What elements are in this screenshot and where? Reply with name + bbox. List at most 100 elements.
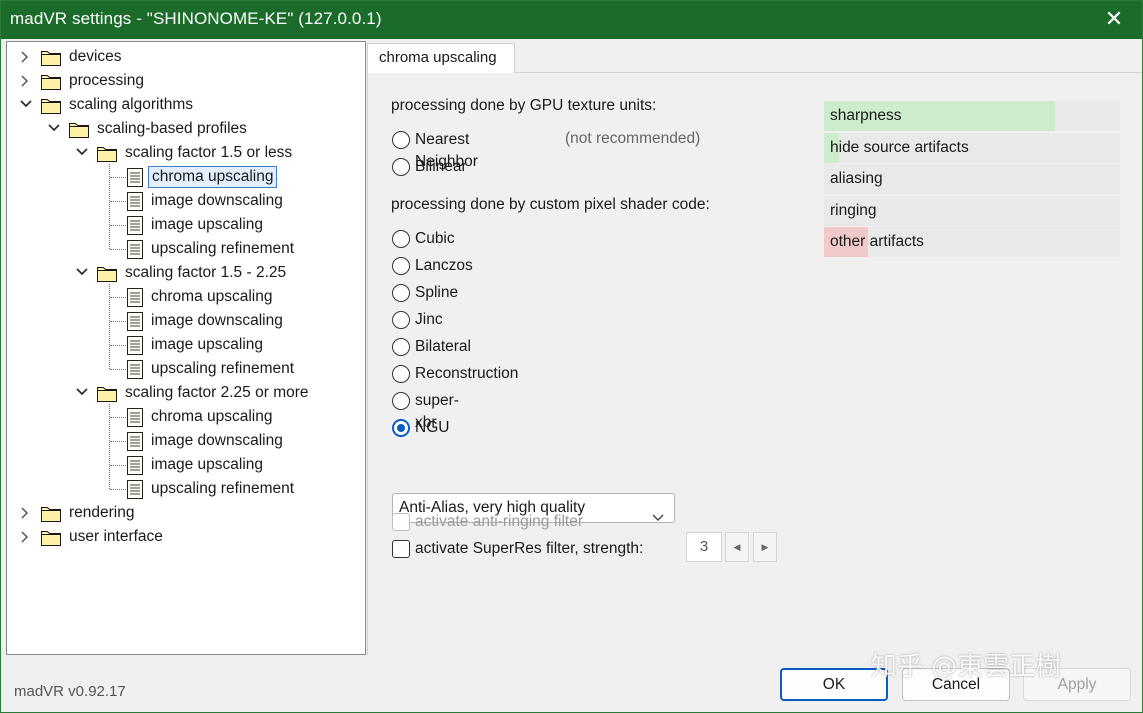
shader-section-heading: processing done by custom pixel shader c… bbox=[391, 196, 710, 213]
chevron-down-icon[interactable] bbox=[47, 118, 61, 140]
tree-item-processing[interactable]: processing bbox=[7, 70, 363, 92]
tree-item-scaling-profiles[interactable]: scaling-based profiles bbox=[7, 118, 363, 140]
document-icon bbox=[127, 216, 143, 235]
chevron-down-icon[interactable] bbox=[75, 262, 89, 284]
tree-node-label: scaling factor 1.5 - 2.25 bbox=[125, 264, 287, 281]
tree-node-label: scaling factor 2.25 or more bbox=[125, 384, 309, 401]
tree-node-label: user interface bbox=[69, 528, 163, 545]
chevron-right-icon[interactable]: ▶ bbox=[753, 532, 777, 562]
radio-label: Lanczos bbox=[415, 257, 473, 274]
madvr-settings-window: madVR settings - "SHINONOME-KE" (127.0.0… bbox=[0, 0, 1143, 713]
radio-circle bbox=[392, 365, 410, 383]
tree-connector-line bbox=[109, 164, 110, 249]
watermark: 知乎 @東雲正樹 bbox=[871, 652, 1062, 682]
tree-item-image-upscaling[interactable]: image upscaling bbox=[7, 214, 363, 236]
radio-circle bbox=[392, 230, 410, 248]
document-icon bbox=[127, 456, 143, 475]
tree-node-label: scaling algorithms bbox=[69, 96, 194, 113]
chevron-right-icon[interactable] bbox=[19, 502, 33, 524]
folder-icon bbox=[69, 121, 89, 138]
tree-item-chroma-upscaling[interactable]: chroma upscaling bbox=[7, 166, 363, 188]
superres-strength-input[interactable]: 3 bbox=[686, 532, 722, 562]
tree-node-label: image downscaling bbox=[151, 312, 283, 329]
radio-label: Spline bbox=[415, 284, 459, 301]
document-icon bbox=[127, 432, 143, 451]
document-icon bbox=[127, 336, 143, 355]
tree-item-scaling-factor-group[interactable]: scaling factor 2.25 or more bbox=[7, 382, 363, 404]
radio-circle bbox=[392, 392, 410, 410]
tree-connector-line bbox=[109, 404, 110, 489]
tree-item-scaling-factor-group[interactable]: scaling factor 1.5 or less bbox=[7, 142, 363, 164]
tree-node-label: scaling-based profiles bbox=[97, 120, 247, 137]
chevron-right-icon[interactable] bbox=[19, 70, 33, 92]
radio-circle bbox=[392, 257, 410, 275]
tree-item-image-downscaling[interactable]: image downscaling bbox=[7, 310, 363, 332]
tree-item-image-upscaling[interactable]: image upscaling bbox=[7, 454, 363, 476]
tree-connector-line bbox=[110, 441, 126, 442]
chevron-down-icon[interactable] bbox=[75, 142, 89, 164]
tree-node-label: upscaling refinement bbox=[151, 360, 295, 377]
tree-node-label: image downscaling bbox=[151, 192, 283, 209]
tree-node-label: scaling factor 1.5 or less bbox=[125, 144, 293, 161]
chevron-down-icon[interactable] bbox=[75, 382, 89, 404]
tree-node-label: chroma upscaling bbox=[151, 408, 273, 425]
tree-node-label: upscaling refinement bbox=[151, 480, 295, 497]
tree-node-label: image downscaling bbox=[151, 432, 283, 449]
chevron-down-icon[interactable] bbox=[19, 94, 33, 116]
tree-item-image-downscaling[interactable]: image downscaling bbox=[7, 190, 363, 212]
tree-item-upscaling-refinement[interactable]: upscaling refinement bbox=[7, 478, 363, 500]
tab-chroma-upscaling[interactable]: chroma upscaling bbox=[367, 43, 515, 73]
chevron-right-icon[interactable] bbox=[19, 526, 33, 548]
tree-node-label: image upscaling bbox=[151, 456, 264, 473]
tree-connector-line bbox=[110, 177, 126, 178]
gpu-section-heading: processing done by GPU texture units: bbox=[391, 97, 657, 114]
tree-item-devices[interactable]: devices bbox=[7, 46, 363, 68]
tree-item-rendering[interactable]: rendering bbox=[7, 502, 363, 524]
superres-label: activate SuperRes filter, strength: bbox=[415, 540, 644, 557]
folder-icon bbox=[41, 529, 61, 546]
quality-bar-hide-source-artifacts: hide source artifacts bbox=[824, 132, 1120, 163]
radio-label: Bilinear bbox=[415, 158, 467, 175]
quality-bar-other-artifacts: other artifacts bbox=[824, 227, 1120, 257]
tree-item-image-downscaling[interactable]: image downscaling bbox=[7, 430, 363, 452]
tree-node-label: devices bbox=[69, 48, 122, 65]
chevron-right-icon[interactable] bbox=[19, 46, 33, 68]
tree-connector-line bbox=[110, 417, 126, 418]
tree-item-image-upscaling[interactable]: image upscaling bbox=[7, 334, 363, 356]
document-icon bbox=[127, 312, 143, 331]
tree-connector-line bbox=[110, 249, 126, 250]
tree-connector-line bbox=[110, 297, 126, 298]
tree-item-upscaling-refinement[interactable]: upscaling refinement bbox=[7, 238, 363, 260]
radio-circle bbox=[392, 311, 410, 329]
tree-node-label: chroma upscaling bbox=[148, 166, 278, 188]
anti-ringing-label: activate anti-ringing filter bbox=[415, 513, 583, 530]
tree-item-scaling-algorithms[interactable]: scaling algorithms bbox=[7, 94, 363, 116]
tree-item-user-interface[interactable]: user interface bbox=[7, 526, 363, 548]
tree-item-chroma-upscaling[interactable]: chroma upscaling bbox=[7, 286, 363, 308]
tree-item-chroma-upscaling[interactable]: chroma upscaling bbox=[7, 406, 363, 428]
document-icon bbox=[127, 288, 143, 307]
quality-bar-label: aliasing bbox=[830, 170, 883, 187]
document-icon bbox=[127, 480, 143, 499]
tree-node-label: image upscaling bbox=[151, 216, 264, 233]
quality-bar-sharpness: sharpness bbox=[824, 101, 1120, 131]
chevron-left-icon[interactable]: ◀ bbox=[725, 532, 749, 562]
radio-circle bbox=[392, 131, 410, 149]
tree-connector-line bbox=[110, 321, 126, 322]
document-icon bbox=[127, 408, 143, 427]
close-icon[interactable]: ✕ bbox=[1100, 6, 1128, 32]
tree-node-label: processing bbox=[69, 72, 144, 89]
tree-item-upscaling-refinement[interactable]: upscaling refinement bbox=[7, 358, 363, 380]
tree-connector-line bbox=[109, 284, 110, 369]
quality-bar-label: ringing bbox=[830, 201, 877, 219]
tree-item-scaling-factor-group[interactable]: scaling factor 1.5 - 2.25 bbox=[7, 262, 363, 284]
document-icon bbox=[127, 168, 143, 187]
folder-icon bbox=[41, 73, 61, 90]
title-bar: madVR settings - "SHINONOME-KE" (127.0.0… bbox=[1, 1, 1142, 39]
radio-circle bbox=[392, 419, 410, 437]
radio-label: Cubic bbox=[415, 230, 455, 247]
quality-bar-label: hide source artifacts bbox=[830, 138, 969, 156]
chevron-down-icon bbox=[652, 504, 664, 532]
checkbox-box bbox=[392, 513, 410, 531]
checkbox-box bbox=[392, 540, 410, 558]
